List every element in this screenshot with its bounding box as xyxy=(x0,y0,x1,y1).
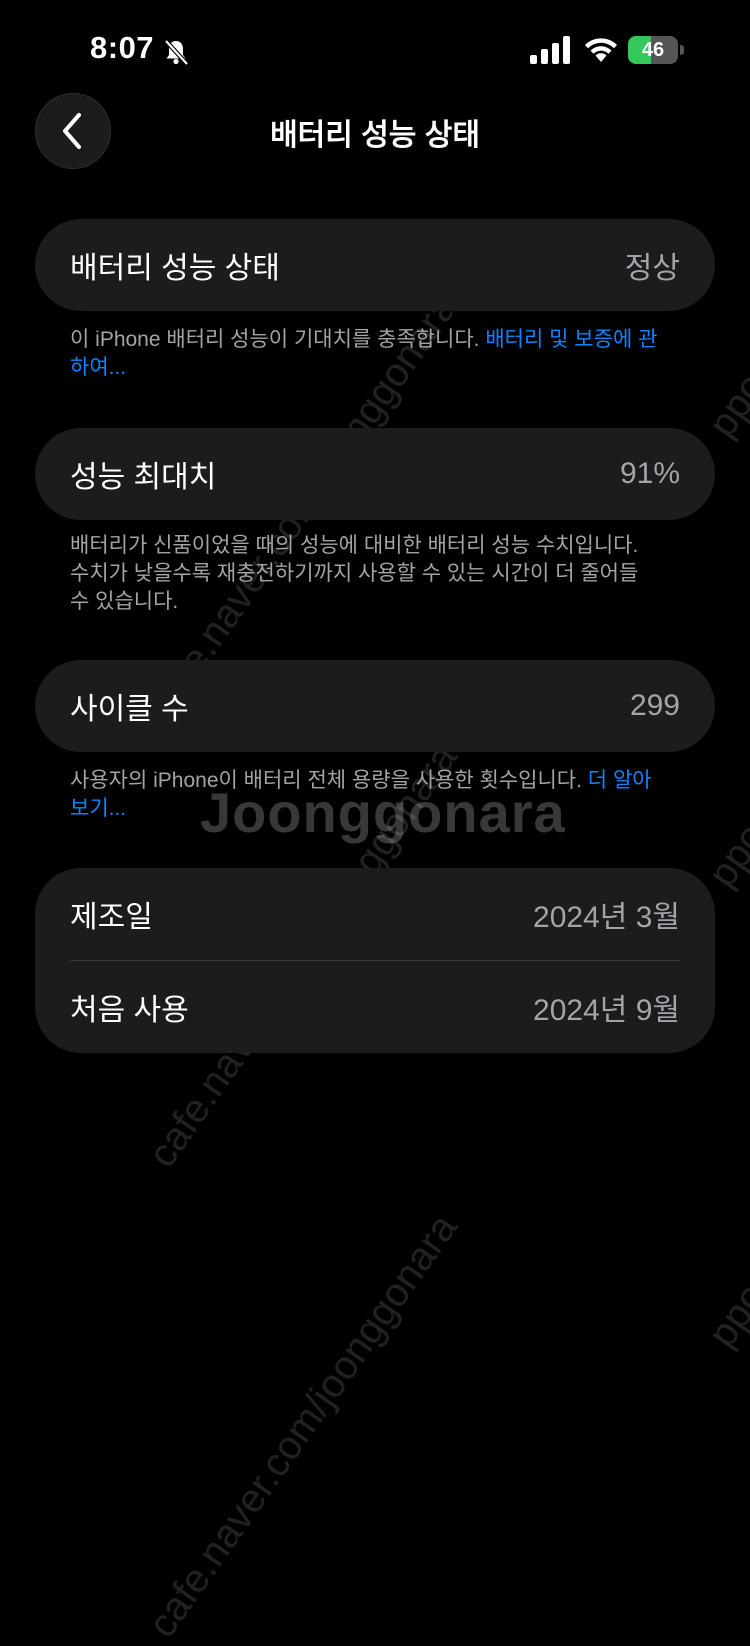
cycle-count-label: 사이클 수 xyxy=(70,693,189,726)
battery-health-value: 정상 xyxy=(624,252,680,285)
manufacture-date-row: 제조일 2024년 3월 xyxy=(70,868,680,960)
manufacture-date-label: 제조일 xyxy=(70,901,153,934)
first-use-value: 2024년 9월 xyxy=(533,994,680,1027)
status-bar: 8:07 46 xyxy=(0,0,750,100)
max-capacity-card: 성능 최대치 91% xyxy=(35,428,715,520)
max-capacity-value: 91% xyxy=(619,457,680,490)
wifi-icon xyxy=(585,38,617,62)
cycle-count-note-text: 사용자의 iPhone이 배터리 전체 용량을 사용한 횟수입니다. xyxy=(70,769,588,792)
bell-slash-icon xyxy=(164,39,189,66)
max-capacity-row: 성능 최대치 91% xyxy=(70,428,680,520)
page-title: 배터리 성능 상태 xyxy=(270,119,480,152)
first-use-row: 처음 사용 2024년 9월 xyxy=(70,961,680,1053)
battery-charging-icon: 46 xyxy=(628,36,686,64)
status-time: 8:07 xyxy=(90,30,155,65)
battery-level: 46 xyxy=(641,38,665,61)
cycle-count-row: 사이클 수 299 xyxy=(70,660,680,752)
battery-health-label: 배터리 성능 상태 xyxy=(70,252,280,285)
battery-health-note: 이 iPhone 배터리 성능이 기대치를 충족합니다. 배터리 및 보증에 관… xyxy=(70,326,670,382)
watermark-side-1: ppo xyxy=(700,365,750,446)
max-capacity-note: 배터리가 신품이었을 때의 성능에 대비한 배터리 성능 수치입니다. 수치가 … xyxy=(70,534,639,613)
battery-health-row: 배터리 성능 상태 정상 xyxy=(70,219,680,311)
dates-card: 제조일 2024년 3월 처음 사용 2024년 9월 xyxy=(35,868,715,1053)
cellular-signal-icon xyxy=(530,36,570,64)
first-use-label: 처음 사용 xyxy=(70,994,189,1027)
cycle-count-note: 사용자의 iPhone이 배터리 전체 용량을 사용한 횟수입니다. 더 알아보… xyxy=(70,767,670,823)
manufacture-date-value: 2024년 3월 xyxy=(533,901,680,934)
battery-health-card: 배터리 성능 상태 정상 xyxy=(35,219,715,311)
cycle-count-value: 299 xyxy=(629,689,680,722)
cycle-count-card: 사이클 수 299 xyxy=(35,660,715,752)
watermark-side-2: ppo xyxy=(700,815,750,896)
max-capacity-label: 성능 최대치 xyxy=(70,461,217,494)
battery-health-note-text: 이 iPhone 배터리 성능이 기대치를 충족합니다. xyxy=(70,328,486,351)
watermark-side-3: ppo xyxy=(700,1275,750,1356)
watermark-url-3: cafe.naver.com/joonggonara xyxy=(140,1206,466,1646)
